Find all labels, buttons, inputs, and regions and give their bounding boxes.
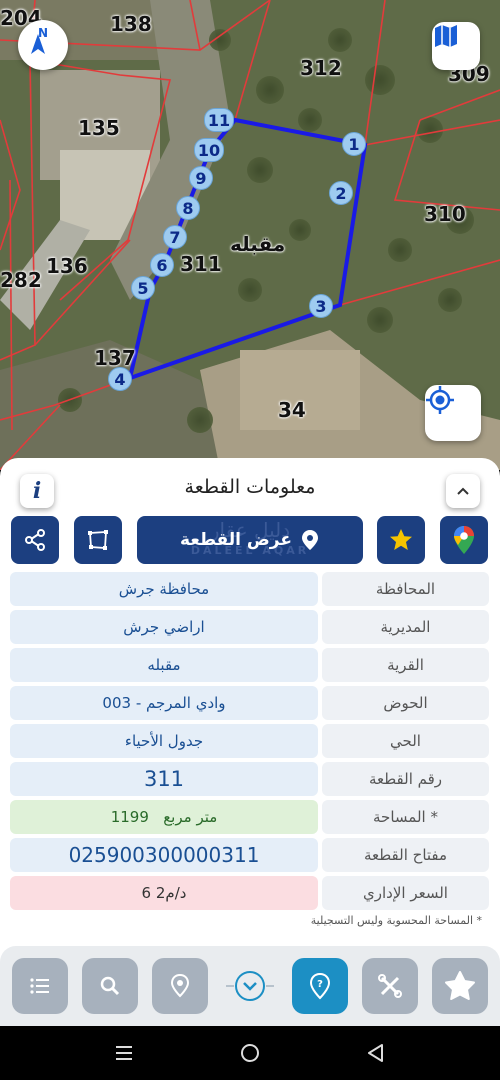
vertex-marker[interactable]: 8 bbox=[176, 196, 200, 220]
map-layers-button[interactable] bbox=[432, 22, 480, 70]
area-footnote: * المساحة المحسوبة وليس التسجيلية bbox=[310, 914, 482, 927]
parcel-label: 138 bbox=[110, 12, 152, 36]
pin-icon bbox=[301, 530, 318, 550]
tools-button[interactable] bbox=[362, 958, 418, 1014]
info-row-directorate: اراضي جرش المديرية bbox=[10, 610, 489, 644]
village-label: القرية bbox=[322, 648, 489, 682]
area-label: المساحة * bbox=[322, 800, 489, 834]
shape-button[interactable] bbox=[432, 958, 488, 1014]
parcel-number-value: 311 bbox=[10, 762, 318, 796]
location-icon bbox=[170, 973, 190, 998]
chevron-down-icon bbox=[226, 971, 274, 1001]
crosshair-icon bbox=[426, 386, 454, 414]
parcel-label: 311 bbox=[180, 252, 222, 276]
show-parcel-label: عرض القطعة bbox=[180, 530, 292, 550]
parcel-label: 137 bbox=[94, 346, 136, 370]
info-row-governorate: محافظة جرش المحافظة bbox=[10, 572, 489, 606]
vertex-marker[interactable]: 6 bbox=[150, 253, 174, 277]
show-parcel-button[interactable]: دليل عقار DALEEL AQAR عرض القطعة bbox=[137, 516, 363, 564]
vertex-marker[interactable]: 3 bbox=[309, 294, 333, 318]
parcel-key-value: 025900300000311 bbox=[10, 838, 318, 872]
google-maps-button[interactable] bbox=[440, 516, 488, 564]
governorate-label: المحافظة bbox=[322, 572, 489, 606]
parcel-label: 136 bbox=[46, 254, 88, 278]
parcel-key-label: مفتاح القطعة bbox=[322, 838, 489, 872]
star-shape-icon bbox=[445, 971, 475, 1000]
parcel-number-label: رقم القطعة bbox=[322, 762, 489, 796]
compass-button[interactable]: N bbox=[18, 20, 68, 70]
locate-me-button[interactable] bbox=[425, 385, 481, 441]
compass-letter: N bbox=[37, 26, 49, 40]
info-row-village: مقبله القرية bbox=[10, 648, 489, 682]
help-button[interactable]: ? bbox=[292, 958, 348, 1014]
parcel-label: 312 bbox=[300, 56, 342, 80]
info-row-neighborhood: جدول الأحياء الحي bbox=[10, 724, 489, 758]
area-value: 1199 متر مربع bbox=[10, 800, 318, 834]
parcel-label: 310 bbox=[424, 202, 466, 226]
list-button[interactable] bbox=[12, 958, 68, 1014]
back-icon bbox=[368, 1044, 383, 1062]
vertex-marker[interactable]: 5 bbox=[131, 276, 155, 300]
basin-label: الحوض bbox=[322, 686, 489, 720]
directorate-value: اراضي جرش bbox=[10, 610, 318, 644]
collapse-button[interactable] bbox=[446, 474, 480, 508]
home-button[interactable] bbox=[230, 1040, 270, 1066]
vertex-marker[interactable]: 4 bbox=[108, 367, 132, 391]
vertex-marker[interactable]: 11 bbox=[204, 108, 234, 132]
village-label: مقبله bbox=[230, 232, 286, 256]
help-pin-icon: ? bbox=[309, 972, 331, 1000]
share-icon bbox=[25, 529, 45, 551]
map-icon bbox=[435, 25, 457, 47]
vertex-marker[interactable]: 9 bbox=[189, 166, 213, 190]
list-icon bbox=[30, 978, 49, 994]
info-row-admin-price: 6 د/م2 السعر الإداري bbox=[10, 876, 489, 910]
recents-button[interactable] bbox=[104, 1040, 144, 1066]
search-icon bbox=[100, 976, 120, 996]
info-row-parcel-key: 025900300000311 مفتاح القطعة bbox=[10, 838, 489, 872]
parcel-label: 282 bbox=[0, 268, 42, 292]
google-maps-icon bbox=[454, 526, 474, 554]
back-button[interactable] bbox=[356, 1040, 396, 1066]
expand-button[interactable] bbox=[222, 958, 278, 1014]
home-icon bbox=[241, 1044, 259, 1062]
recents-icon bbox=[116, 1046, 132, 1060]
map-view[interactable]: 204 138 312 309 135 310 282 136 311 137 … bbox=[0, 0, 500, 470]
favorite-button[interactable] bbox=[377, 516, 425, 564]
parcel-label: 34 bbox=[278, 398, 306, 422]
chevron-up-icon bbox=[457, 487, 469, 495]
neighborhood-label: الحي bbox=[322, 724, 489, 758]
village-value: مقبله bbox=[10, 648, 318, 682]
directorate-label: المديرية bbox=[322, 610, 489, 644]
basin-value: وادي المرجم - 003 bbox=[10, 686, 318, 720]
parcel-info-panel: i معلومات القطعة دليل عقار DALEEL AQAR ع… bbox=[0, 458, 500, 980]
tools-icon bbox=[378, 974, 402, 998]
info-row-parcel-number: 311 رقم القطعة bbox=[10, 762, 489, 796]
polygon-icon bbox=[88, 530, 108, 550]
svg-text:?: ? bbox=[317, 979, 323, 990]
vertex-marker[interactable]: 2 bbox=[329, 181, 353, 205]
panel-title: معلومات القطعة bbox=[184, 476, 316, 498]
vertex-marker[interactable]: 10 bbox=[194, 138, 224, 162]
vertex-marker[interactable]: 1 bbox=[342, 132, 366, 156]
system-navigation-bar bbox=[0, 1026, 500, 1080]
admin-price-label: السعر الإداري bbox=[322, 876, 489, 910]
governorate-value: محافظة جرش bbox=[10, 572, 318, 606]
polygon-button[interactable] bbox=[74, 516, 122, 564]
info-row-area: 1199 متر مربع المساحة * bbox=[10, 800, 489, 834]
admin-price-value: 6 د/م2 bbox=[10, 876, 318, 910]
share-button[interactable] bbox=[11, 516, 59, 564]
vertex-marker[interactable]: 7 bbox=[163, 225, 187, 249]
bottom-toolbar: ? bbox=[0, 946, 500, 1026]
my-location-button[interactable] bbox=[152, 958, 208, 1014]
search-button[interactable] bbox=[82, 958, 138, 1014]
info-row-basin: وادي المرجم - 003 الحوض bbox=[10, 686, 489, 720]
neighborhood-value: جدول الأحياء bbox=[10, 724, 318, 758]
star-icon bbox=[390, 529, 412, 550]
parcel-label: 135 bbox=[78, 116, 120, 140]
